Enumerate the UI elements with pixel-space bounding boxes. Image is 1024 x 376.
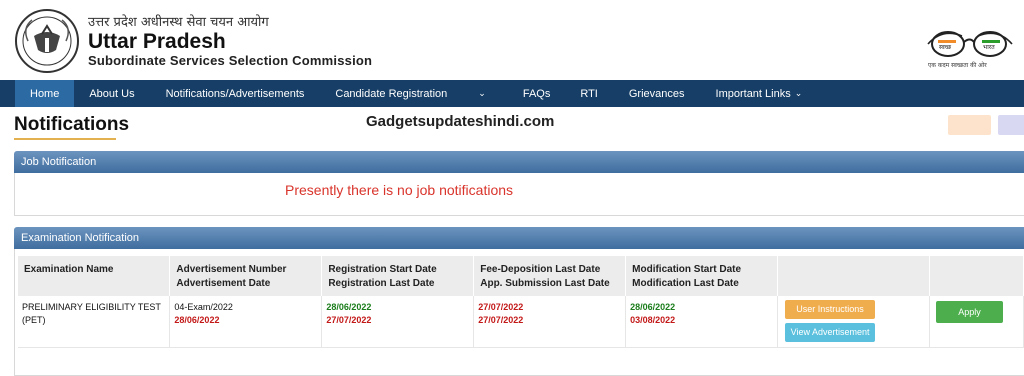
title-underline: [14, 138, 116, 140]
nav-rti[interactable]: RTI: [565, 80, 613, 107]
nav-faqs-label: FAQs: [522, 87, 551, 100]
cell-apply: Apply: [929, 296, 1024, 348]
exam-table: Examination Name Advertisement Number Adv…: [18, 256, 1024, 348]
nav-registration-dropdown[interactable]: ⌄: [462, 80, 501, 107]
table-row: PRELIMINARY ELIGIBILITY TEST (PET) 04-Ex…: [18, 296, 1024, 348]
language-button[interactable]: [948, 115, 991, 135]
nav-about-us[interactable]: About Us: [74, 80, 149, 107]
swachh-right-text: भारत: [983, 44, 995, 51]
col-modification: Modification Start Date Modification Last…: [625, 256, 779, 296]
watermark-text: Gadgetsupdateshindi.com: [366, 113, 555, 130]
job-notification-header: Job Notification: [14, 151, 1024, 173]
col-advertisement: Advertisement Number Advertisement Date: [169, 256, 323, 296]
view-advertisement-button[interactable]: View Advertisement: [785, 323, 876, 342]
col-apply: [929, 256, 1024, 296]
chevron-down-icon: ⌄: [794, 88, 803, 98]
nav-important-links[interactable]: Important Links ⌄: [700, 80, 818, 107]
chevron-down-icon: ⌄: [478, 88, 486, 98]
org-name: Uttar Pradesh: [88, 30, 226, 53]
nav-candidate-registration[interactable]: Candidate Registration: [319, 80, 462, 107]
table-header-row: Examination Name Advertisement Number Adv…: [18, 256, 1024, 296]
col-actions: [777, 256, 930, 296]
nav-notifications-label: Notifications/Advertisements: [165, 87, 305, 100]
cell-fee-deposition: 27/07/2022 27/07/2022: [473, 296, 627, 348]
hindi-title: उत्तर प्रदेश अधीनस्थ सेवा चयन आयोग: [88, 15, 269, 30]
main-nav: Home About Us Notifications/Advertisemen…: [0, 80, 1024, 107]
swachh-left-text: स्वच्छ: [939, 44, 952, 51]
nav-about-label: About Us: [89, 87, 135, 100]
nav-home-label: Home: [30, 87, 60, 100]
nav-faqs[interactable]: FAQs: [501, 80, 566, 107]
nav-grievances-label: Grievances: [628, 87, 685, 100]
user-instructions-button[interactable]: User Instructions: [785, 300, 876, 319]
nav-home[interactable]: Home: [15, 80, 75, 107]
accessibility-button[interactable]: [998, 115, 1024, 135]
nav-grievances[interactable]: Grievances: [613, 80, 700, 107]
apply-button[interactable]: Apply: [935, 301, 1003, 323]
page-title: Notifications: [14, 114, 130, 135]
exam-notification-header: Examination Notification: [14, 227, 1024, 249]
swachh-tagline: एक कदम स्वच्छता की ओर: [928, 62, 987, 69]
col-fee-deposition: Fee-Deposition Last Date App. Submission …: [473, 256, 627, 296]
nav-rti-label: RTI: [580, 87, 598, 100]
no-job-message: Presently there is no job notifications: [285, 182, 514, 198]
up-emblem-logo[interactable]: [14, 8, 80, 74]
cell-registration: 28/06/2022 27/07/2022: [321, 296, 475, 348]
site-header: उत्तर प्रदेश अधीनस्थ सेवा चयन आयोग Uttar…: [0, 0, 1024, 80]
nav-important-links-label: Important Links: [715, 87, 791, 100]
cell-modification: 28/06/2022 03/08/2022: [625, 296, 779, 348]
col-registration: Registration Start Date Registration Last…: [321, 256, 475, 296]
nav-registration-label: Candidate Registration: [335, 87, 448, 100]
org-subtitle: Subordinate Services Selection Commissio…: [88, 53, 373, 68]
col-exam-name: Examination Name: [18, 256, 171, 296]
cell-exam-name: PRELIMINARY ELIGIBILITY TEST (PET): [18, 296, 171, 348]
cell-advertisement: 04-Exam/2022 28/06/2022: [169, 296, 323, 348]
cell-actions: User Instructions View Advertisement: [777, 296, 930, 348]
nav-notifications[interactable]: Notifications/Advertisements: [150, 80, 320, 107]
